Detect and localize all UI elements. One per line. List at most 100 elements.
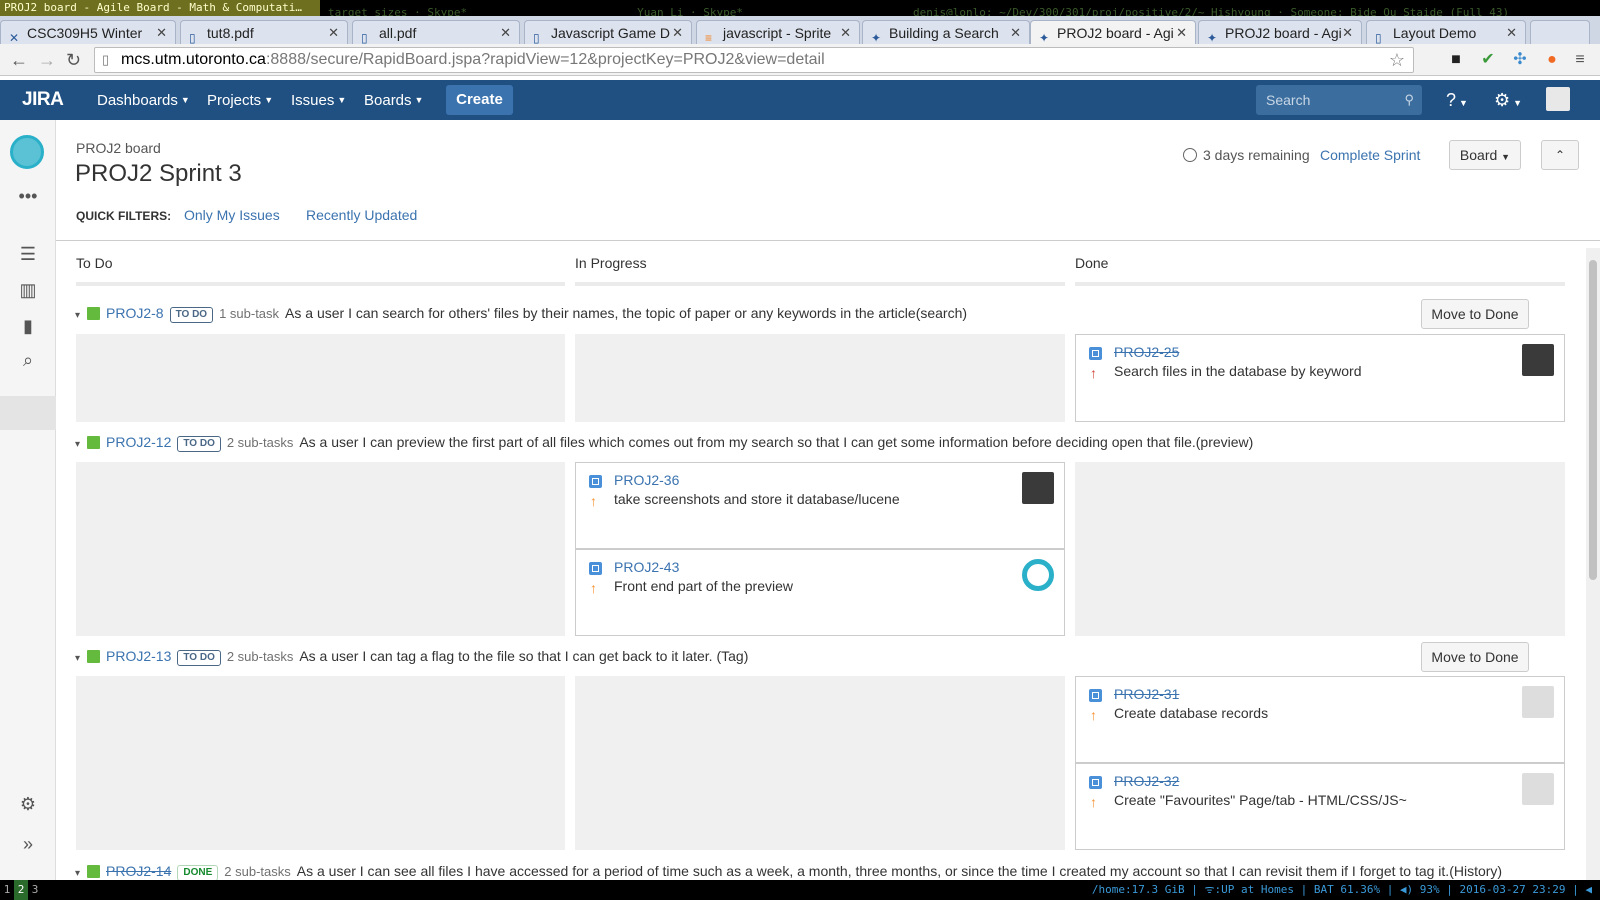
issue-card[interactable]: PROJ2-25 ↑ Search files in the database … <box>1075 334 1565 422</box>
complete-sprint-link[interactable]: Complete Sprint <box>1320 147 1420 163</box>
backlog-icon[interactable]: ☰ <box>14 244 42 265</box>
assignee-avatar <box>1522 344 1554 376</box>
quick-filter-recently-updated[interactable]: Recently Updated <box>306 207 417 223</box>
chevron-up-icon: ⌃ <box>1554 148 1566 162</box>
extension-icon[interactable]: ✣ <box>1510 50 1530 70</box>
close-icon[interactable]: ✕ <box>840 21 851 44</box>
chevron-down-icon[interactable]: ▾ <box>75 433 87 457</box>
story-icon <box>87 307 100 320</box>
column-bar <box>76 282 565 286</box>
project-sidebar: ••• ☰ ▥ ▮ ⌕ ⚙ » <box>0 120 56 880</box>
bookmark-star-icon[interactable]: ☆ <box>1389 48 1405 72</box>
close-icon[interactable]: ✕ <box>500 21 511 44</box>
assignee-avatar <box>1522 686 1554 718</box>
column-header-done: Done <box>1075 255 1109 271</box>
dashboards-menu[interactable]: Dashboards ▼ <box>97 80 190 120</box>
checkmark-extension-icon[interactable]: ✔ <box>1478 50 1498 70</box>
assignee-avatar <box>1522 773 1554 805</box>
more-icon[interactable]: ••• <box>14 186 42 207</box>
close-icon[interactable]: ✕ <box>328 21 339 44</box>
swimlane-header[interactable]: ▾ PROJ2-12 TO DO 2 sub-tasks As a user I can… <box>75 430 1253 454</box>
breadcrumb[interactable]: PROJ2 board <box>76 140 161 156</box>
create-button[interactable]: Create <box>446 85 513 115</box>
reports-icon[interactable]: ▮ <box>14 316 42 337</box>
board-menu-button[interactable]: Board ▼ <box>1449 140 1521 170</box>
projects-menu[interactable]: Projects ▼ <box>207 80 273 120</box>
swimlane-header[interactable]: ▾ PROJ2-13 TO DO 2 sub-tasks As a user I can… <box>75 644 748 668</box>
close-icon[interactable]: ✕ <box>672 21 683 44</box>
issues-search-icon[interactable]: ⌕ <box>14 350 42 371</box>
jira-search-input[interactable]: Search ⚲ <box>1256 85 1422 115</box>
workspace-2[interactable]: 2 <box>14 880 28 900</box>
browser-tab[interactable]: ✕ CSC309H5 Winter ✕ <box>0 20 176 44</box>
issue-card[interactable]: PROJ2-32 ↑ Create "Favourites" Page/tab … <box>1075 763 1565 850</box>
browser-tab[interactable]: ▯ Layout Demo ✕ <box>1366 20 1526 44</box>
story-icon <box>87 650 100 663</box>
back-icon[interactable]: ← <box>10 50 28 71</box>
swimlane-header[interactable]: ▾ PROJ2-8 TO DO 1 sub-task As a user I can s… <box>75 301 967 325</box>
priority-arrow-up-icon: ↑ <box>590 580 597 596</box>
user-avatar[interactable] <box>1546 87 1570 111</box>
close-icon[interactable]: ✕ <box>1176 21 1187 44</box>
jira-icon: ✕ <box>9 31 20 44</box>
close-icon[interactable]: ✕ <box>156 21 167 44</box>
jira-logo[interactable]: JIRA <box>22 89 64 111</box>
assignee-avatar <box>1022 472 1054 504</box>
workspace-3[interactable]: 3 <box>28 880 42 900</box>
browser-tab[interactable]: ✦ Building a Search ✕ <box>862 20 1030 44</box>
collapse-header-button[interactable]: ⌃ <box>1541 140 1579 170</box>
extension-icon[interactable]: ● <box>1542 50 1562 70</box>
wm-title-3: Yuan Li · Skype* <box>637 6 744 16</box>
browser-tab[interactable]: ▯ tut8.pdf ✕ <box>180 20 348 44</box>
close-icon[interactable]: ✕ <box>1010 21 1021 44</box>
address-bar[interactable]: ▯ mcs.utm.utoronto.ca:8888/secure/RapidBo… <box>94 47 1414 73</box>
gear-icon[interactable]: ⚙ <box>14 794 42 815</box>
chevron-down-icon[interactable]: ▾ <box>75 647 87 671</box>
status-badge: TO DO <box>169 307 214 323</box>
reload-icon[interactable]: ↻ <box>66 50 81 71</box>
quick-filter-my-issues[interactable]: Only My Issues <box>184 207 280 223</box>
menu-icon[interactable]: ≡ <box>1570 50 1590 70</box>
issue-card[interactable]: PROJ2-36 ↑ take screenshots and store it… <box>575 462 1065 549</box>
browser-tab[interactable]: ≡ javascript - Sprite ✕ <box>696 20 860 44</box>
close-icon[interactable]: ✕ <box>1342 21 1353 44</box>
clock-icon <box>1183 148 1197 162</box>
sprint-remaining: 3 days remaining <box>1183 147 1310 163</box>
move-to-done-button[interactable]: Move to Done <box>1421 299 1529 329</box>
workspace-1[interactable]: 1 <box>0 880 14 900</box>
chevron-down-icon[interactable]: ▾ <box>75 304 87 328</box>
document-icon: ▯ <box>361 31 368 44</box>
expand-sidebar-icon[interactable]: » <box>14 834 42 855</box>
new-tab-button[interactable] <box>1530 20 1590 44</box>
stackoverflow-icon: ≡ <box>705 31 713 44</box>
column-cell <box>76 676 565 850</box>
column-cell <box>575 334 1065 422</box>
issue-card[interactable]: PROJ2-31 ↑ Create database records <box>1075 676 1565 763</box>
move-to-done-button[interactable]: Move to Done <box>1421 642 1529 672</box>
forward-icon[interactable]: → <box>38 50 56 71</box>
priority-arrow-up-icon: ↑ <box>1090 794 1097 810</box>
divider <box>56 240 1600 241</box>
vertical-scrollbar[interactable] <box>1586 248 1600 880</box>
project-avatar[interactable] <box>10 135 44 169</box>
jira-icon: ✦ <box>1039 31 1050 44</box>
scrollbar-thumb[interactable] <box>1589 260 1597 580</box>
status-badge: TO DO <box>177 436 221 452</box>
issue-card[interactable]: PROJ2-43 ↑ Front end part of the preview <box>575 549 1065 636</box>
swimlane-header[interactable]: ▾ PROJ2-14 DONE 2 sub-tasks As a user I can … <box>75 859 1502 880</box>
column-cell <box>76 462 565 636</box>
browser-tab[interactable]: ▯ Javascript Game D ✕ <box>524 20 692 44</box>
browser-tab-active[interactable]: ✦ PROJ2 board - Agi ✕ <box>1030 20 1196 44</box>
chevron-down-icon[interactable]: ▾ <box>75 862 87 880</box>
extension-icon[interactable]: ■ <box>1446 50 1466 70</box>
gear-icon[interactable]: ⚙ ▼ <box>1494 80 1522 120</box>
close-icon[interactable]: ✕ <box>1506 21 1517 44</box>
boards-menu[interactable]: Boards ▼ <box>364 80 423 120</box>
help-icon[interactable]: ? ▼ <box>1446 80 1468 120</box>
browser-tab[interactable]: ▯ all.pdf ✕ <box>352 20 520 44</box>
issues-menu[interactable]: Issues ▼ <box>291 80 346 120</box>
page-title: PROJ2 Sprint 3 <box>75 160 242 187</box>
active-sprint-icon[interactable]: ▥ <box>14 280 42 301</box>
browser-tab[interactable]: ✦ PROJ2 board - Agi ✕ <box>1198 20 1362 44</box>
window-manager-bar: PROJ2 board - Agile Board - Math & Compu… <box>0 0 1600 16</box>
